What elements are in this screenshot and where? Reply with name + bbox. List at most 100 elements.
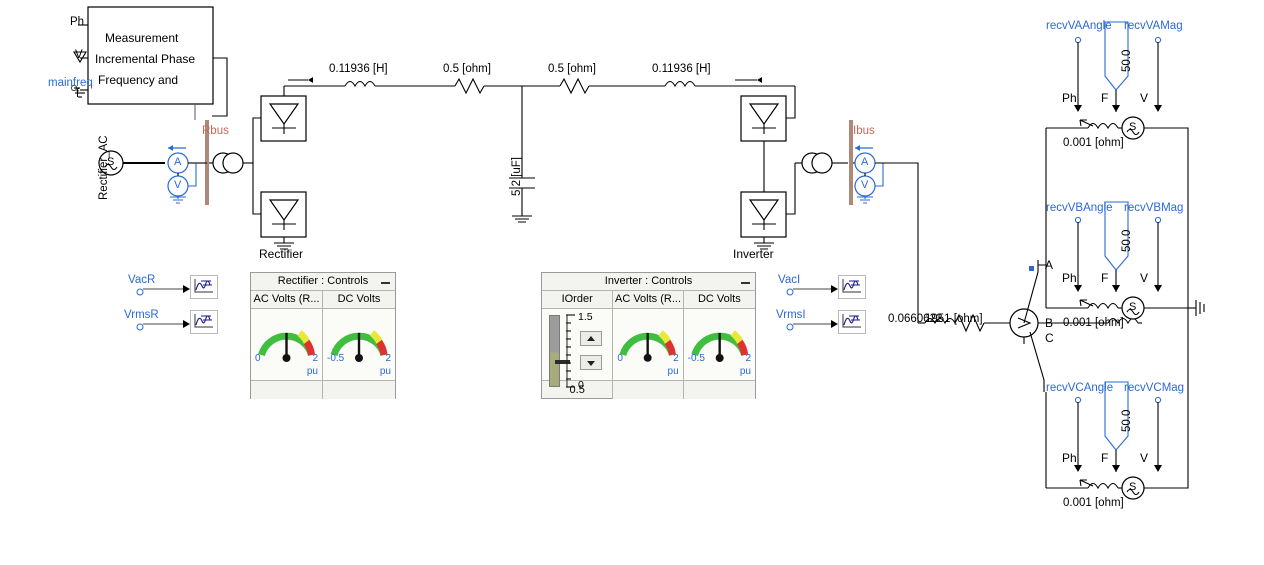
schematic-canvas: Measurement Incremental Phase Frequency … bbox=[0, 0, 1264, 565]
gauge-min: -0.5 bbox=[687, 353, 705, 364]
rectifier-controls-panel[interactable]: Rectifier : Controls AC Volts (R... 0 2 … bbox=[250, 272, 396, 399]
gauge-body[interactable]: 0 2 pu bbox=[251, 309, 322, 380]
pin-ph-c: Ph bbox=[1062, 451, 1077, 465]
signal-recv-vc-angle[interactable]: recvVCAngle bbox=[1046, 382, 1113, 395]
plot-scope-icon bbox=[842, 314, 861, 328]
signal-vrmsi[interactable]: VrmsI bbox=[776, 309, 806, 322]
inverter-ammeter-letter: A bbox=[861, 156, 869, 168]
source-s-letter: S bbox=[107, 156, 115, 168]
scope-icon-vrmsi[interactable] bbox=[838, 310, 866, 334]
pin-v-c: V bbox=[1140, 451, 1149, 465]
signal-recv-va-angle[interactable]: recvVAAngle bbox=[1046, 20, 1112, 33]
plot-scope-icon bbox=[194, 279, 213, 293]
signal-mainfreq[interactable]: mainfreq bbox=[48, 77, 93, 90]
measurement-line-1: Measurement bbox=[105, 31, 179, 45]
gauge-col-ac-volts-r[interactable]: AC Volts (R... 0 2 pu bbox=[613, 291, 684, 399]
phase-node-b: B bbox=[1045, 316, 1054, 330]
measurement-line-3: Frequency and bbox=[98, 73, 179, 87]
rectifier-valve-lower[interactable] bbox=[260, 191, 307, 238]
resistor-right-label: 0.5 [ohm] bbox=[548, 63, 596, 75]
resistor-left-label: 0.5 [ohm] bbox=[443, 63, 491, 75]
minimize-icon[interactable] bbox=[741, 276, 750, 285]
gauge-max: 2 bbox=[745, 353, 751, 364]
iorder-decrement-button[interactable] bbox=[580, 355, 602, 370]
rectifier-valve-upper[interactable] bbox=[260, 95, 307, 142]
gauge-dial bbox=[258, 330, 315, 362]
gauge-body[interactable]: -0.5 2 pu bbox=[683, 309, 755, 380]
rectifier-voltmeter-letter: V bbox=[174, 179, 182, 191]
ibus-label: Ibus bbox=[853, 125, 875, 137]
gauge-unit: pu bbox=[739, 366, 751, 377]
gauge-footer bbox=[251, 380, 322, 399]
frequency-value-a: 50.0 bbox=[1121, 49, 1133, 72]
source-a-s-letter: S bbox=[1129, 121, 1137, 133]
gauge-col-dc-volts[interactable]: DC Volts -0.5 2 pu bbox=[323, 291, 395, 399]
iorder-increment-button[interactable] bbox=[580, 331, 602, 346]
gauge-min: 0 bbox=[617, 353, 623, 364]
gauge-unit: pu bbox=[667, 366, 679, 377]
gauge-min: -0.5 bbox=[327, 353, 345, 364]
gauge-body[interactable]: 0 2 pu bbox=[613, 309, 683, 380]
signal-recv-vc-mag[interactable]: recvVCMag bbox=[1124, 382, 1184, 395]
gauge-footer bbox=[323, 380, 395, 399]
signal-recv-va-mag[interactable]: recvVAMag bbox=[1124, 20, 1183, 33]
panel-title-text: Rectifier : Controls bbox=[277, 275, 369, 287]
rectifier-label: Rectifier bbox=[259, 247, 304, 261]
resistor-label-b: 0.001 [ohm] bbox=[1063, 317, 1124, 329]
source-c-s-letter: S bbox=[1129, 481, 1137, 493]
panel-title-inverter: Inverter : Controls bbox=[542, 273, 755, 291]
pin-f-b: F bbox=[1101, 271, 1109, 285]
inverter-label: Inverter bbox=[733, 247, 774, 261]
panel-title-rectifier: Rectifier : Controls bbox=[251, 273, 395, 291]
source-b-s-letter: S bbox=[1129, 301, 1137, 313]
series-impedance-label-b: 1951 [ohm] bbox=[925, 313, 983, 325]
gauge-header: AC Volts (R... bbox=[613, 291, 683, 309]
gauge-min: 0 bbox=[255, 353, 261, 364]
signal-vaci[interactable]: VacI bbox=[778, 274, 800, 287]
signal-vrmsr[interactable]: VrmsR bbox=[124, 309, 159, 322]
pin-v-b: V bbox=[1140, 271, 1149, 285]
slider-min-label: 0 bbox=[578, 379, 584, 391]
inverter-controls-panel[interactable]: Inverter : Controls IOrder 1.5 0 0.5 AC … bbox=[541, 272, 756, 399]
pin-f-label: f bbox=[76, 88, 80, 100]
gauge-header: AC Volts (R... bbox=[251, 291, 322, 309]
capacitor-label: 5.2 [uF] bbox=[511, 157, 523, 196]
inverter-voltmeter-letter: V bbox=[861, 179, 869, 191]
gauge-unit: pu bbox=[379, 366, 391, 377]
iorder-slider-track[interactable] bbox=[549, 315, 570, 387]
pin-ph-label: Ph bbox=[70, 16, 85, 28]
plot-scope-icon bbox=[194, 314, 213, 328]
scope-icon-vrmsr[interactable] bbox=[190, 310, 218, 334]
scope-icon-vaci[interactable] bbox=[838, 275, 866, 299]
slider-header: IOrder bbox=[542, 291, 613, 309]
gauge-col-dc-volts[interactable]: DC Volts -0.5 2 pu bbox=[683, 291, 755, 399]
frequency-value-b: 50.0 bbox=[1121, 229, 1133, 252]
slider-body[interactable]: 1.5 0 bbox=[542, 309, 613, 391]
phase-node-a: A bbox=[1045, 258, 1054, 272]
slider-max-label: 1.5 bbox=[578, 311, 593, 323]
rectifier-ammeter-letter: A bbox=[174, 156, 182, 168]
panel-title-text: Inverter : Controls bbox=[604, 275, 693, 287]
gauge-body[interactable]: -0.5 2 pu bbox=[323, 309, 395, 380]
slider-col-iorder[interactable]: IOrder 1.5 0 0.5 bbox=[542, 291, 614, 399]
inductor-left-label: 0.11936 [H] bbox=[329, 63, 388, 75]
gauge-col-ac-volts-r[interactable]: AC Volts (R... 0 2 pu bbox=[251, 291, 323, 399]
rbus-label: Rbus bbox=[202, 125, 229, 137]
gauge-header: DC Volts bbox=[323, 291, 395, 309]
gauge-unit: pu bbox=[306, 366, 318, 377]
signal-recv-vb-mag[interactable]: recvVBMag bbox=[1124, 202, 1183, 215]
pin-f-c: F bbox=[1101, 451, 1109, 465]
minimize-icon[interactable] bbox=[381, 276, 390, 285]
plot-scope-icon bbox=[842, 279, 861, 293]
scope-icon-vacr[interactable] bbox=[190, 275, 218, 299]
pin-f-a: F bbox=[1101, 91, 1109, 105]
inverter-valve-upper[interactable] bbox=[740, 95, 787, 142]
inverter-valve-lower[interactable] bbox=[740, 191, 787, 238]
signal-vacr[interactable]: VacR bbox=[128, 274, 155, 287]
gauge-max: 2 bbox=[312, 353, 318, 364]
gauge-header: DC Volts bbox=[683, 291, 755, 309]
signal-recv-vb-angle[interactable]: recvVBAngle bbox=[1046, 202, 1112, 215]
pin-v-a: V bbox=[1140, 91, 1149, 105]
frequency-value-c: 50.0 bbox=[1121, 409, 1133, 432]
gauge-max: 2 bbox=[673, 353, 679, 364]
